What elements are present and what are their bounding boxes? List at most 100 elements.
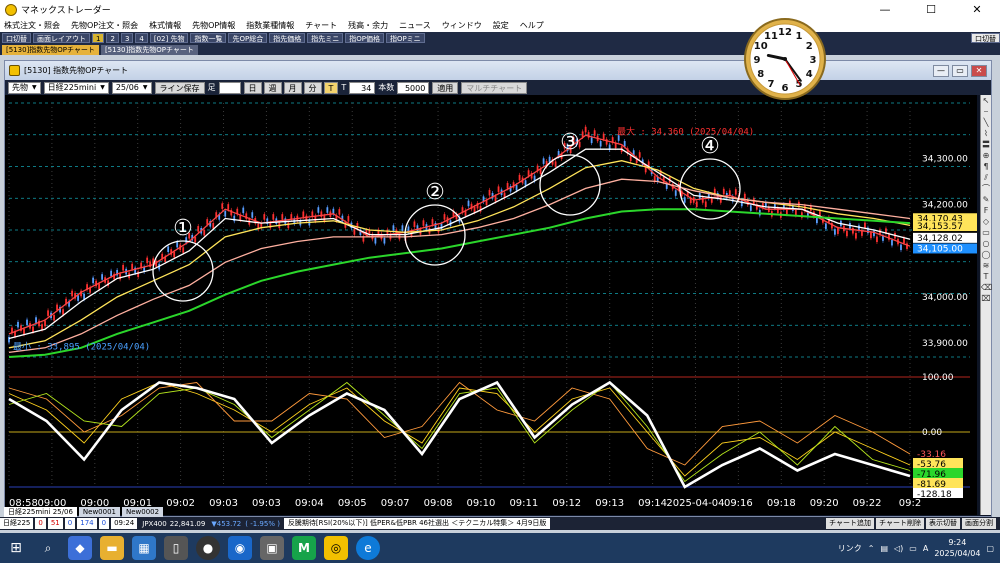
- contract-select[interactable]: 25/06 ▼: [111, 81, 152, 94]
- count-input[interactable]: 5000: [397, 81, 430, 94]
- time-tick-label: 09:03: [252, 498, 281, 509]
- toolbar-item-10[interactable]: 指先ミニ: [307, 33, 344, 43]
- chart-tab-2[interactable]: New0002: [122, 507, 164, 517]
- drawing-tool-3[interactable]: ⌇: [981, 128, 991, 139]
- menu-item-8[interactable]: ウィンドウ: [442, 20, 482, 31]
- drawing-tool-16[interactable]: T: [981, 271, 991, 282]
- app-icon-badge[interactable]: ◉: [228, 536, 252, 560]
- chart-tab-0[interactable]: 日経225mini 25/06: [4, 507, 77, 517]
- line-save-button[interactable]: ライン保存: [154, 81, 205, 94]
- menu-item-7[interactable]: ニュース: [399, 20, 431, 31]
- menu-item-10[interactable]: ヘルプ: [520, 20, 544, 31]
- app-icon-blue[interactable]: ▦: [132, 536, 156, 560]
- toolbar-item-0[interactable]: 口切替: [2, 33, 31, 43]
- drawing-tool-6[interactable]: ¶: [981, 161, 991, 172]
- menu-item-6[interactable]: 残高・余力: [348, 20, 388, 31]
- candle-body: [374, 238, 377, 244]
- menu-item-1[interactable]: 先物OP注文・照会: [71, 20, 138, 31]
- drawing-tool-15[interactable]: ≋: [981, 260, 991, 271]
- chevron-up-icon[interactable]: ⌃: [868, 544, 875, 553]
- network-icon[interactable]: ▤: [880, 544, 888, 553]
- market-select[interactable]: 先物 ▼: [8, 81, 41, 94]
- menu-item-9[interactable]: 設定: [493, 20, 509, 31]
- chart-restore-button[interactable]: ▭: [952, 64, 968, 77]
- drawing-tool-18[interactable]: ⌧: [981, 293, 991, 304]
- chart-minimize-button[interactable]: —: [933, 64, 949, 77]
- price-chart[interactable]: 34,300.00 34,200.00 34,000.00 33,900.00 34,1…: [5, 95, 977, 515]
- drawing-tool-8[interactable]: ⌒: [981, 183, 991, 194]
- file-explorer-icon[interactable]: ▬: [100, 536, 124, 560]
- period-button-3[interactable]: 分: [303, 81, 322, 94]
- toolbar-item-9[interactable]: 指先価格: [269, 33, 306, 43]
- period-button-4[interactable]: T: [323, 81, 339, 94]
- toolbar-item-7[interactable]: 指数一覧: [190, 33, 227, 43]
- window-tab-0[interactable]: [5130]指数先物OPチャート: [2, 44, 99, 55]
- app-icon-tablet[interactable]: ▯: [164, 536, 188, 560]
- toolbar-right-button[interactable]: 口切替: [971, 33, 1000, 43]
- battery-icon[interactable]: ▭: [909, 544, 917, 553]
- period-button-2[interactable]: 月: [283, 81, 302, 94]
- drawing-tool-11[interactable]: ◇: [981, 216, 991, 227]
- drawing-tool-13[interactable]: ○: [981, 238, 991, 249]
- drawing-tool-7[interactable]: ⫽: [981, 172, 991, 183]
- toolbar-item-2[interactable]: 1: [92, 33, 105, 43]
- toolbar-item-11[interactable]: 指OP価格: [345, 33, 384, 43]
- copilot-icon[interactable]: ◆: [68, 536, 92, 560]
- apply-button[interactable]: 適用: [432, 81, 459, 94]
- chart-close-button[interactable]: ✕: [971, 64, 987, 77]
- foot-input[interactable]: [218, 81, 241, 94]
- toolbar-item-1[interactable]: 画面レイアウト: [33, 33, 90, 43]
- add-chart-button[interactable]: チャート追加: [826, 518, 875, 529]
- symbol-select[interactable]: 日経225mini ▼: [43, 81, 109, 94]
- close-button[interactable]: ✕: [954, 0, 1000, 19]
- notification-icon[interactable]: ▢: [986, 544, 994, 553]
- drawing-tool-0[interactable]: ↖: [981, 95, 991, 106]
- search-icon[interactable]: ⌕: [36, 536, 60, 560]
- drawing-tool-9[interactable]: ✎: [981, 194, 991, 205]
- drawing-tool-2[interactable]: ╲: [981, 117, 991, 128]
- minimize-button[interactable]: —: [862, 0, 908, 19]
- app-icon-circle[interactable]: ●: [196, 536, 220, 560]
- volume-icon[interactable]: ◁): [894, 544, 903, 553]
- drawing-tool-14[interactable]: ◯: [981, 249, 991, 260]
- maximize-button[interactable]: ☐: [908, 0, 954, 19]
- menu-item-4[interactable]: 指数業種情報: [246, 20, 294, 31]
- split-screen-button[interactable]: 画面分割: [962, 518, 996, 529]
- status-percent: ( -1.95% ): [245, 519, 280, 528]
- multi-chart-button[interactable]: マルチチャート: [461, 81, 528, 94]
- windows-start-icon[interactable]: ⊞: [4, 536, 28, 560]
- period-button-1[interactable]: 週: [263, 81, 282, 94]
- ime-mode-indicator[interactable]: A: [923, 544, 928, 553]
- chart-tab-1[interactable]: New0001: [78, 507, 120, 517]
- candle-body: [891, 239, 893, 246]
- menu-item-0[interactable]: 株式注文・照会: [4, 20, 60, 31]
- delete-chart-button[interactable]: チャート削除: [876, 518, 924, 529]
- status-symbol[interactable]: 日経225: [0, 518, 34, 529]
- monex-m-icon[interactable]: M: [292, 536, 316, 560]
- menu-item-3[interactable]: 先物OP情報: [192, 20, 235, 31]
- toolbar-item-4[interactable]: 3: [120, 33, 134, 43]
- edge-browser-icon[interactable]: e: [356, 536, 380, 560]
- toolbar-item-6[interactable]: [02] 先物: [149, 33, 189, 43]
- toolbar-item-12[interactable]: 指OPミニ: [385, 33, 425, 43]
- monex-trader-icon[interactable]: ◎: [324, 536, 348, 560]
- app-icon-vault[interactable]: ▣: [260, 536, 284, 560]
- news-ticker[interactable]: 反騰期待[RSI(20%以下)] 低PER&低PBR 46社選出 ＜テクニカル特…: [283, 518, 551, 529]
- window-tab-1[interactable]: [5130]指数先物OPチャート: [100, 44, 198, 55]
- drawing-tool-10[interactable]: F: [981, 205, 991, 216]
- drawing-tool-4[interactable]: 〓: [981, 139, 991, 150]
- taskbar-clock[interactable]: 9:24 2025/04/04: [934, 537, 980, 559]
- drawing-tool-5[interactable]: ⊕: [981, 150, 991, 161]
- period-button-0[interactable]: 日: [243, 81, 262, 94]
- menu-item-5[interactable]: チャート: [305, 20, 337, 31]
- toggle-display-button[interactable]: 表示切替: [926, 518, 960, 529]
- toolbar-item-3[interactable]: 2: [106, 33, 119, 43]
- toolbar-item-5[interactable]: 4: [135, 33, 148, 43]
- drawing-tool-1[interactable]: ⎯: [981, 106, 991, 117]
- toolbar-item-8[interactable]: 先OP総合: [228, 33, 268, 43]
- drawing-tool-12[interactable]: ▭: [981, 227, 991, 238]
- tray-link-label[interactable]: リンク: [838, 543, 862, 554]
- menu-item-2[interactable]: 株式情報: [149, 20, 181, 31]
- drawing-tool-17[interactable]: ⌫: [981, 282, 992, 293]
- t-value-input[interactable]: 34: [349, 81, 376, 94]
